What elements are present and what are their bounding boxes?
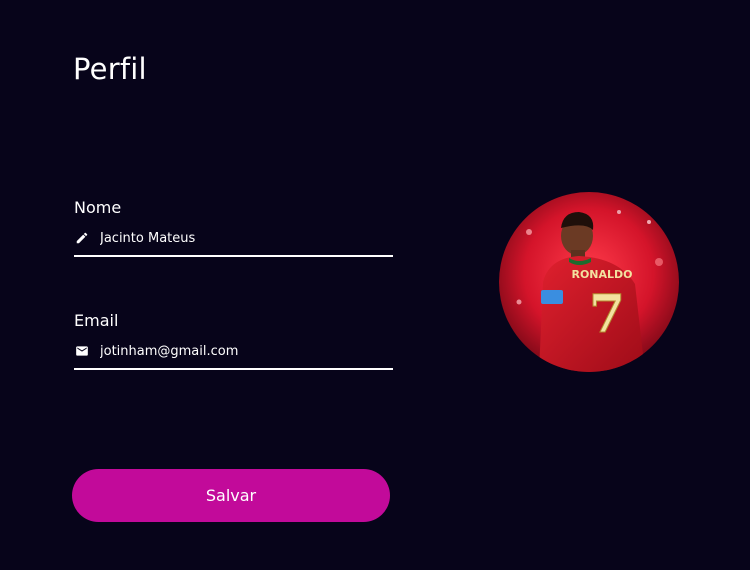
- email-input[interactable]: [100, 343, 380, 359]
- name-field: Nome: [74, 198, 393, 257]
- avatar[interactable]: RONALDO 7: [499, 192, 679, 372]
- email-field: Email: [74, 311, 393, 370]
- page-title: Perfil: [73, 52, 147, 86]
- pencil-icon: [74, 230, 90, 246]
- name-label: Nome: [74, 198, 122, 217]
- mail-icon: [74, 343, 90, 359]
- name-input-row[interactable]: [74, 225, 393, 257]
- email-input-row[interactable]: [74, 338, 393, 370]
- jersey-name: RONALDO: [571, 268, 632, 281]
- name-input[interactable]: [100, 230, 380, 246]
- profile-page: Perfil Nome Email Salvar: [0, 0, 750, 570]
- save-button[interactable]: Salvar: [72, 469, 390, 522]
- jersey-number: 7: [589, 284, 625, 345]
- email-label: Email: [74, 311, 119, 330]
- avatar-image: RONALDO 7: [499, 192, 679, 372]
